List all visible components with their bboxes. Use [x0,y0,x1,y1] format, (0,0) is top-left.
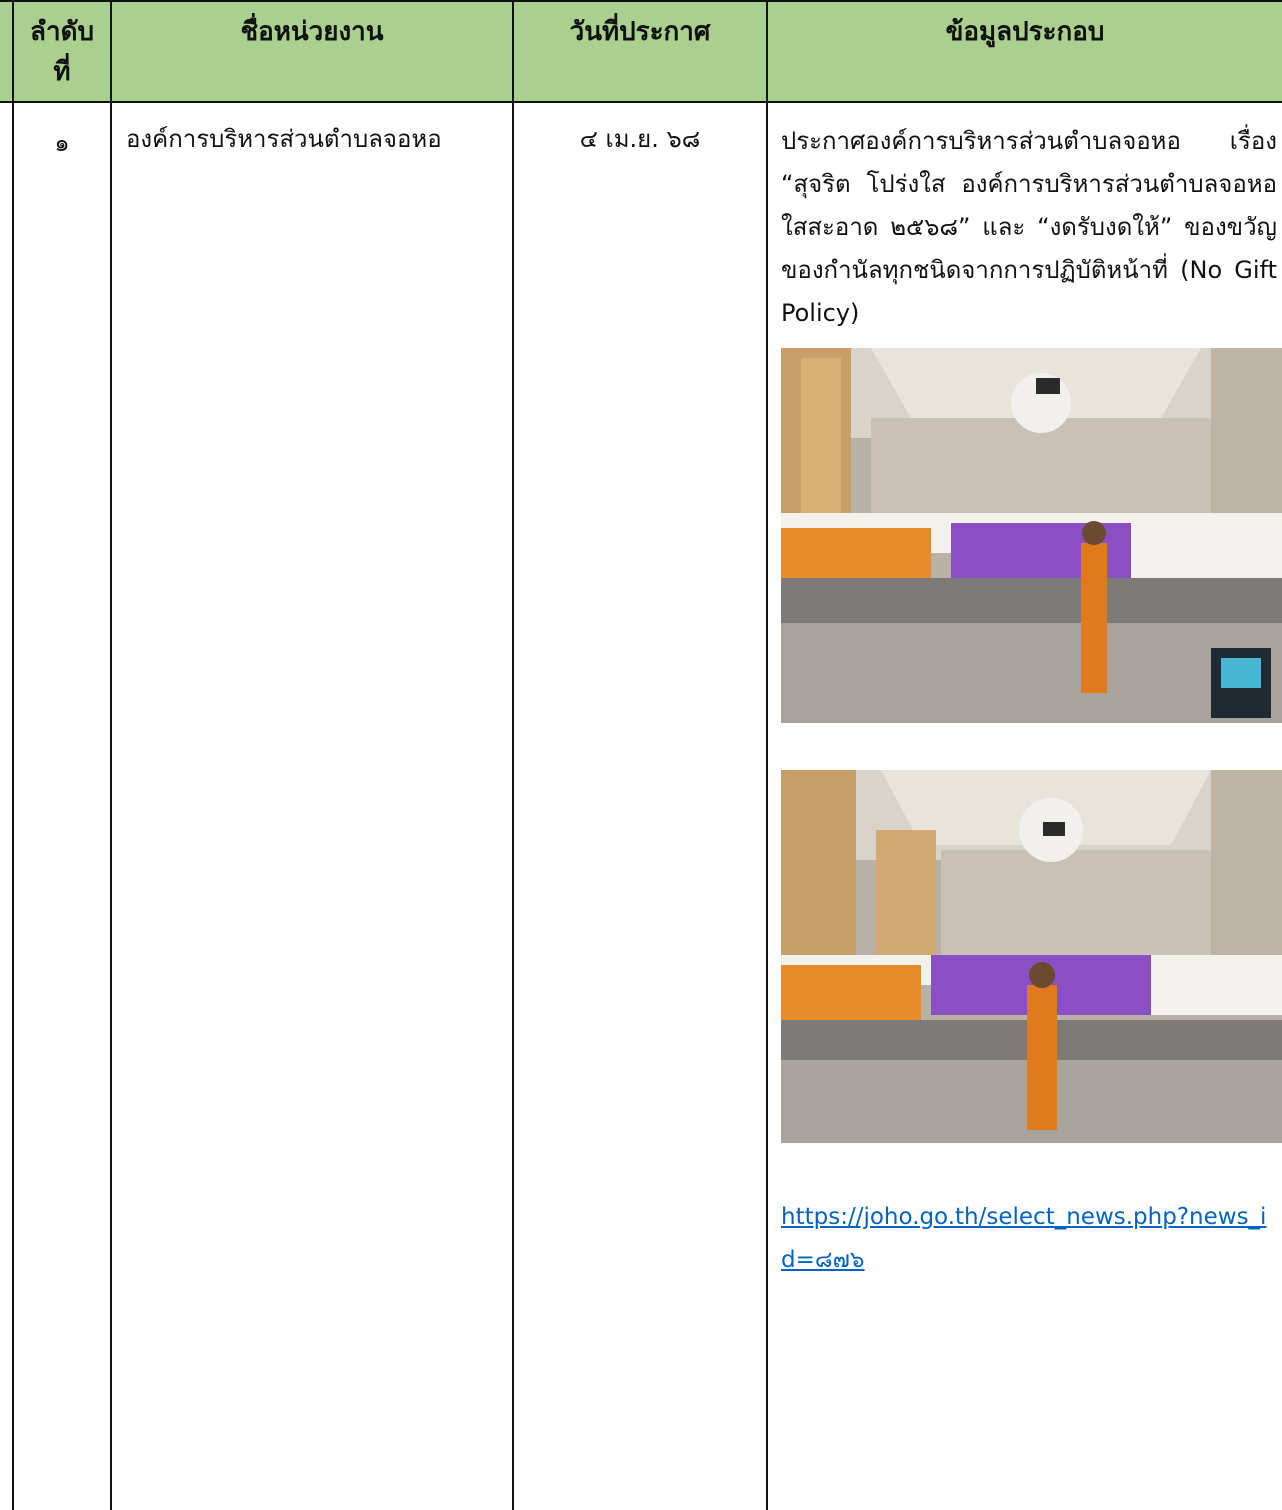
table-border-left [12,0,14,1510]
announcement-detail: ประกาศองค์การบริหารส่วนตำบลจอหอ เรื่อง “… [781,127,1277,327]
agency-name: องค์การบริหารส่วนตำบลจอหอ [126,125,442,153]
header-announce-date: วันที่ประกาศ [569,17,711,47]
event-photo-speech [781,348,1282,723]
announce-date: ๔ เม.ย. ๖๘ [579,125,701,153]
table-header-divider [0,101,1282,103]
table-border-top [0,0,1282,2]
header-order-number: ลำดับที่ [30,17,94,87]
column-divider [512,0,514,1510]
table-header-row: ลำดับที่ ชื่อหน่วยงาน วันที่ประกาศ ข้อมู… [0,0,1282,101]
event-photo-group [781,770,1282,1143]
header-agency-name: ชื่อหน่วยงาน [240,17,384,47]
column-divider [766,0,768,1510]
announcement-table: ลำดับที่ ชื่อหน่วยงาน วันที่ประกาศ ข้อมู… [0,0,1282,1510]
header-supporting-info: ข้อมูลประกอบ [945,17,1105,47]
news-link[interactable]: https://joho.go.th/select_news.php?news_… [781,1196,1277,1282]
column-divider [110,0,112,1510]
row-number: ๑ [54,129,70,157]
